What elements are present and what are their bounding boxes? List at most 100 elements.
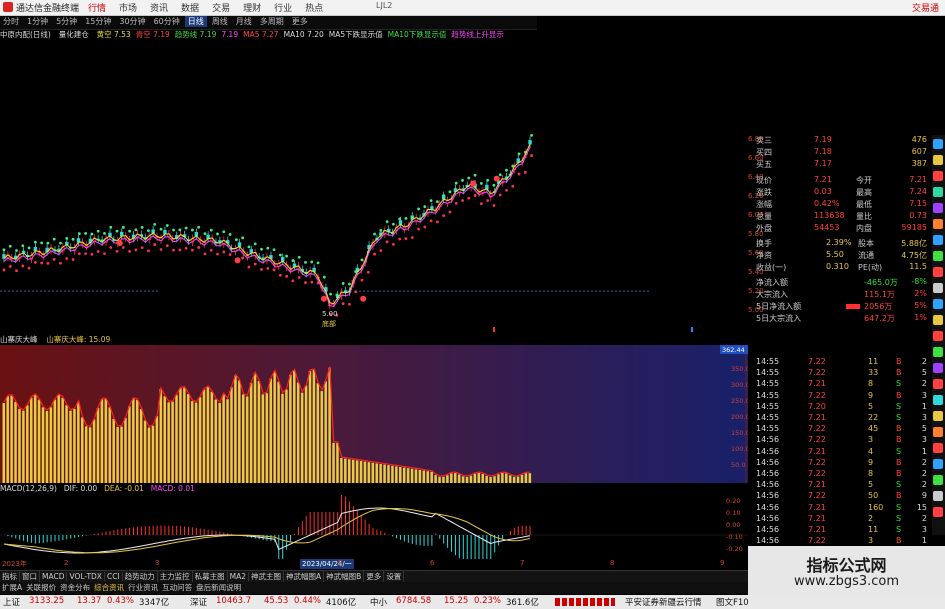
tool-icon[interactable]: [933, 235, 943, 245]
menu-extra[interactable]: LJL2: [376, 1, 392, 10]
trade-link[interactable]: 交易通: [912, 1, 939, 14]
tool-icon[interactable]: [933, 475, 943, 485]
macd-chart[interactable]: 0.20 0.10 0.00 -0.10 -0.20: [0, 495, 748, 559]
tool-icon[interactable]: [933, 139, 943, 149]
menu-item[interactable]: 市场: [119, 1, 137, 14]
trade-side: B: [896, 469, 902, 478]
menu-item[interactable]: 理财: [243, 1, 261, 14]
menu-item[interactable]: 热点: [305, 1, 323, 14]
f10-tag[interactable]: 图文F10: [716, 596, 749, 608]
period-tab[interactable]: 30分钟: [116, 16, 148, 27]
vol-bar: [163, 396, 166, 483]
trade-side: S: [896, 480, 902, 490]
tool-icon[interactable]: [933, 219, 943, 229]
header-indicator-value: 黄空 7.53: [96, 30, 131, 39]
red-dot-line: [247, 265, 251, 269]
order-row: 买五 7.17 387: [756, 159, 930, 170]
period-tab[interactable]: 更多: [289, 16, 311, 27]
indicator-tab[interactable]: CCI: [105, 572, 123, 581]
index-amount: 3347亿: [139, 598, 170, 608]
indicator-tab[interactable]: 神武幅图B: [324, 571, 365, 582]
menu-item[interactable]: 行情: [88, 1, 106, 14]
indicator-tab[interactable]: 神武主图: [249, 571, 285, 582]
tool-icon[interactable]: [933, 155, 943, 165]
tool-icon[interactable]: [933, 283, 943, 293]
tool-icon[interactable]: [933, 491, 943, 501]
tool-icon[interactable]: [933, 299, 943, 309]
indicator-tab[interactable]: 神武幅图A: [284, 571, 325, 582]
tool-icon[interactable]: [933, 315, 943, 325]
indicator-tab[interactable]: 设置: [384, 571, 405, 582]
tool-icon[interactable]: [933, 411, 943, 421]
trade-count: 2: [921, 357, 927, 366]
vol-bar: [135, 399, 139, 483]
period-tab[interactable]: 5分钟: [53, 16, 80, 27]
sub-tab[interactable]: 资金分布: [58, 582, 92, 593]
sub-tab[interactable]: 盘后新闻说明: [194, 582, 243, 593]
indicator-name[interactable]: 量化建仓: [59, 30, 89, 39]
sub-tab[interactable]: 扩展A: [0, 582, 24, 593]
tool-icon[interactable]: [933, 267, 943, 277]
sub-tab[interactable]: 综合资讯: [92, 582, 126, 593]
volume-chart[interactable]: 362.44 350.0 300.0 250.0 200.0 150.0 100.0 50.0: [0, 345, 748, 483]
period-tab[interactable]: 1分钟: [24, 16, 51, 27]
indicator-tab[interactable]: 更多: [364, 571, 385, 582]
tool-icon[interactable]: [933, 379, 943, 389]
red-dot-line: [21, 264, 25, 268]
trade-time: 14:56: [756, 513, 780, 523]
tool-icon[interactable]: [933, 395, 943, 405]
red-dot-line: [517, 172, 521, 176]
vol-bar: [214, 399, 218, 483]
indicator-tab[interactable]: 窗口: [20, 571, 40, 582]
signal-marker: [320, 295, 327, 302]
tool-icon[interactable]: [933, 331, 943, 341]
period-tab[interactable]: 日线: [184, 16, 207, 27]
stat-label: 涨跌: [756, 188, 772, 197]
green-dot-line: [184, 226, 188, 230]
period-tab[interactable]: 月线: [233, 16, 255, 27]
indicator-tab[interactable]: VOL-TDX: [67, 572, 105, 581]
period-tab[interactable]: 分时: [0, 16, 22, 27]
menu-item[interactable]: 行业: [274, 1, 292, 14]
tool-icon[interactable]: [933, 459, 943, 469]
period-tab[interactable]: 60分钟: [151, 16, 183, 27]
vol-bar: [406, 468, 410, 483]
money-flow-row: 5日大宗流入 647.2万 1%: [756, 313, 930, 324]
red-dot-line: [473, 194, 477, 197]
tool-icon[interactable]: [933, 427, 943, 437]
vol-bar: [37, 399, 41, 483]
menu-item[interactable]: 资讯: [150, 1, 168, 14]
tool-icon[interactable]: [933, 187, 943, 197]
indicator-tab[interactable]: 趋势动力: [123, 571, 158, 582]
trade-side: B: [896, 368, 902, 378]
tool-icon[interactable]: [933, 363, 943, 373]
period-tab[interactable]: 周线: [209, 16, 231, 27]
period-tab[interactable]: 多周期: [257, 16, 287, 27]
tool-icon[interactable]: [933, 203, 943, 213]
green-dot-line: [335, 293, 339, 297]
indicator-tab[interactable]: MA2: [228, 572, 250, 581]
menu-item[interactable]: 交易: [212, 1, 230, 14]
tool-icon[interactable]: [933, 347, 943, 357]
vol-bar: [410, 468, 414, 483]
stock-name[interactable]: 中原内配(日线): [0, 30, 51, 39]
sub-tab[interactable]: 行业资讯: [126, 582, 160, 593]
indicator-tab[interactable]: 私募主图: [193, 571, 228, 582]
trade-price: 7.20: [808, 401, 826, 411]
tool-icon[interactable]: [933, 443, 943, 453]
trade-price: 7.21: [808, 525, 826, 534]
trade-row: 14:55 7.22 9 B 3: [756, 391, 930, 402]
tool-icon[interactable]: [933, 251, 943, 261]
period-tab[interactable]: 15分钟: [82, 16, 114, 27]
indicator-tab[interactable]: 指标: [0, 571, 20, 582]
tool-icon[interactable]: [933, 507, 943, 517]
menu-item[interactable]: 数据: [181, 1, 199, 14]
sub-tab[interactable]: 关联报价: [24, 582, 58, 593]
trade-time: 14:55: [756, 368, 780, 378]
indicator-tab[interactable]: MACD: [40, 572, 68, 581]
kline-chart[interactable]: 5.00底部: [0, 40, 748, 333]
vol-bar: [418, 470, 422, 483]
sub-tab[interactable]: 互动问答: [160, 582, 194, 593]
indicator-tab[interactable]: 主力监控: [158, 571, 193, 582]
tool-icon[interactable]: [933, 171, 943, 181]
